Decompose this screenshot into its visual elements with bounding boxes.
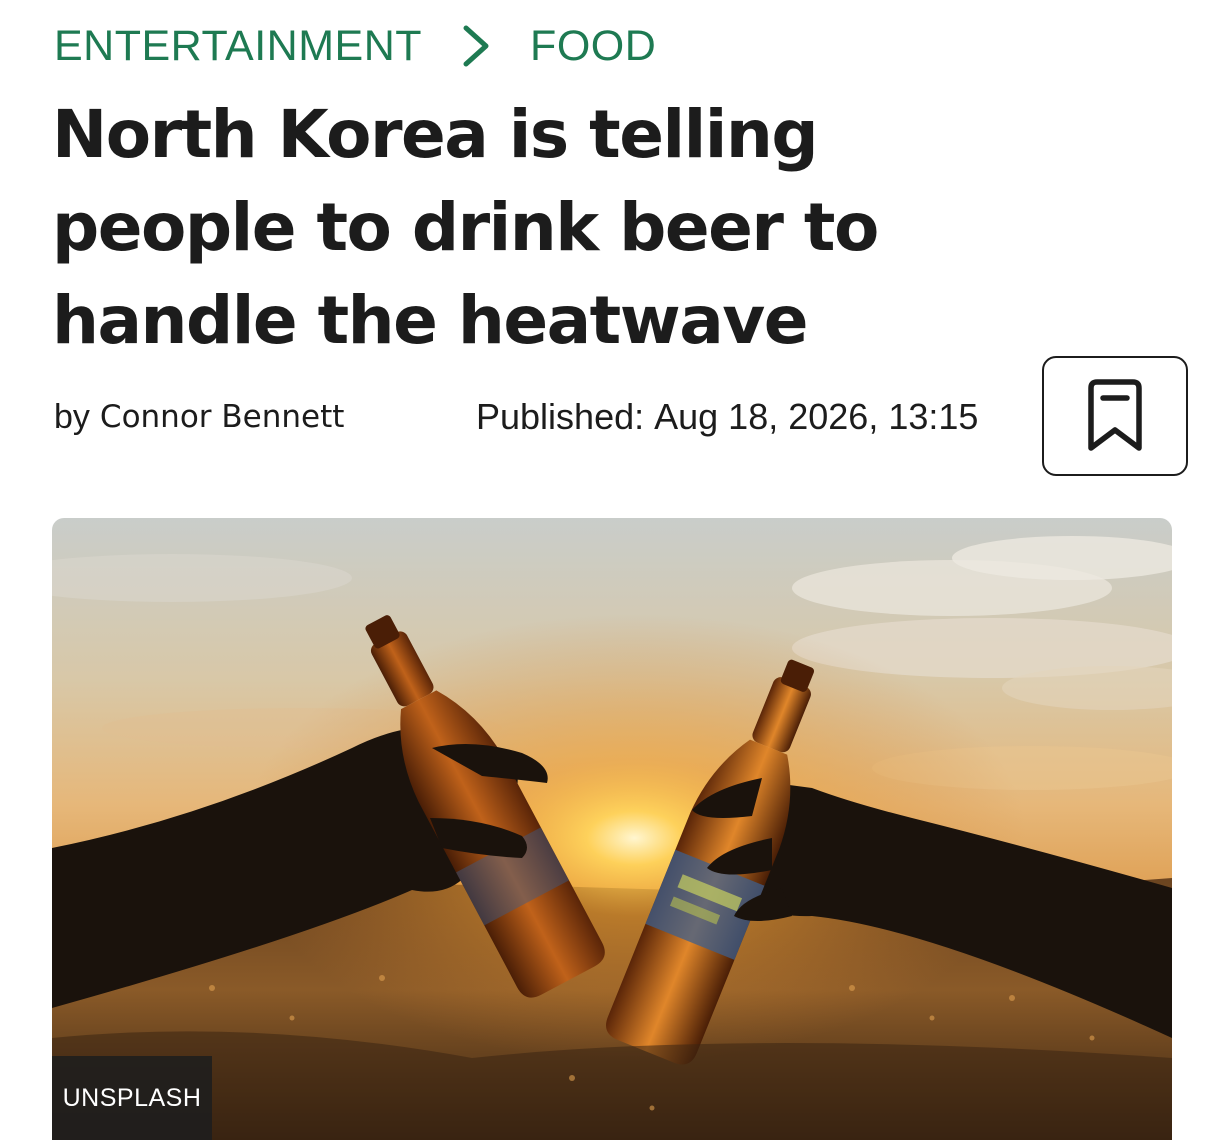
beer-toast-photo xyxy=(52,518,1172,1140)
image-credit: UNSPLASH xyxy=(52,1056,212,1140)
bookmark-icon xyxy=(1083,378,1147,455)
article-page: ENTERTAINMENT FOOD North Korea is tellin… xyxy=(0,0,1224,1140)
breadcrumb-item-entertainment[interactable]: ENTERTAINMENT xyxy=(54,18,422,74)
breadcrumb-item-food[interactable]: FOOD xyxy=(530,18,656,74)
chevron-right-icon xyxy=(422,18,530,74)
author-link[interactable]: Connor Bennett xyxy=(100,399,345,435)
published-label: Published: xyxy=(476,396,645,437)
hero-image xyxy=(52,518,1172,1140)
byline: by Connor Bennett xyxy=(54,392,344,442)
byline-prefix: by xyxy=(54,397,90,436)
published-info: Published: Aug 18, 2026, 13:15 xyxy=(476,392,978,442)
bookmark-button[interactable] xyxy=(1042,356,1188,476)
breadcrumb: ENTERTAINMENT FOOD xyxy=(54,18,656,74)
article-headline: North Korea is telling people to drink b… xyxy=(52,96,879,359)
published-date: Aug 18, 2026, 13:15 xyxy=(654,396,979,437)
